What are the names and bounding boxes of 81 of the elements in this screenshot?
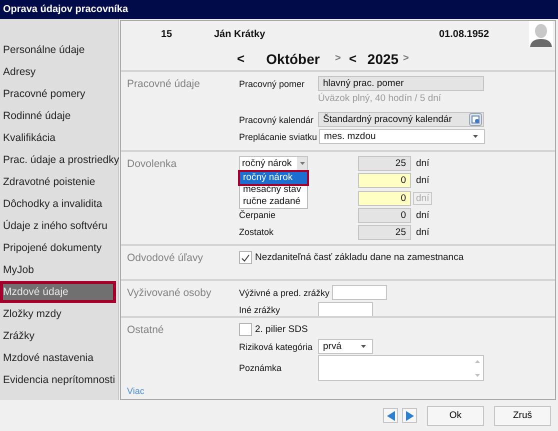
field-label: Výživné a pred. zrážky	[239, 288, 331, 298]
dropdown-value: prvá	[323, 341, 342, 352]
previous-month-button[interactable]: <	[237, 51, 251, 66]
number-field[interactable]: 25	[358, 224, 411, 240]
birth-date: 01.08.1952	[439, 28, 490, 40]
field-label: Pracovný kalendár	[239, 114, 315, 125]
next-month-button[interactable]: >	[335, 53, 349, 64]
avatar-icon	[529, 21, 553, 47]
sidebar-item[interactable]: Rodinné údaje	[0, 105, 116, 127]
dropdown[interactable]: ročný nárok	[239, 156, 308, 172]
input-field[interactable]	[332, 285, 387, 300]
sidebar-item[interactable]: MyJob	[0, 259, 116, 281]
dropdown[interactable]: mes. mzdou	[319, 129, 486, 144]
unit-label: dní	[416, 158, 430, 170]
section-title: Odvodové úľavy	[127, 251, 204, 264]
previous-year-button[interactable]: <	[349, 51, 363, 66]
field-label: Zostatok	[239, 227, 275, 238]
next-year-button[interactable]: >	[403, 53, 417, 64]
employee-name: Ján Krátky	[214, 28, 266, 40]
employee-number: 15	[161, 28, 174, 40]
number-field[interactable]: 0	[358, 190, 411, 206]
section-title: Pracovné údaje	[127, 77, 201, 90]
sidebar-item[interactable]: Pracovné pomery	[0, 83, 116, 105]
dropdown-option[interactable]: ročný nárok	[240, 172, 307, 184]
number-field[interactable]: 25	[358, 156, 411, 172]
checkbox-label: 2. pilier SDS	[255, 324, 308, 335]
hint-text: Úväzok plný, 40 hodín / 5 dní	[318, 93, 442, 104]
triangle-left-icon	[386, 410, 394, 420]
field-label: Poznámka	[239, 363, 283, 373]
checkbox[interactable]	[239, 251, 252, 264]
unit-label: dní	[416, 226, 430, 238]
dropdown-value: ročný nárok	[242, 158, 292, 170]
field-label: Preplácanie sviatku	[239, 132, 318, 142]
sidebar-item[interactable]: Kvalifikácia	[0, 127, 116, 149]
field-label: Pracovný pomer	[239, 78, 306, 89]
input-field[interactable]: hlavný prac. pomer	[318, 76, 484, 92]
number-field[interactable]: 0	[358, 173, 411, 188]
sidebar-item[interactable]: Personálne údaje	[0, 39, 116, 61]
sidebar-item[interactable]: Mzdové nastavenia	[0, 347, 116, 369]
caret-icon	[300, 162, 304, 166]
checkbox[interactable]	[239, 323, 252, 336]
section-title: Ostatné	[127, 323, 165, 336]
month-label: Október	[265, 50, 321, 67]
field-label: Iné zrážky	[239, 304, 282, 314]
scrollbar-arrows-icon	[475, 360, 480, 376]
dropdown-option[interactable]: ručne zadané	[240, 196, 307, 208]
window-title: Oprava údajov pracovníka	[3, 4, 128, 15]
year-label: 2025	[366, 50, 400, 67]
triangle-right-icon	[406, 410, 414, 420]
sidebar-item[interactable]: Dôchodky a invalidita	[0, 193, 116, 215]
caret-icon	[361, 345, 366, 348]
field-label: Riziková kategória	[239, 342, 314, 352]
sidebar-item[interactable]: Zdravotné poistenie	[0, 171, 116, 193]
sidebar-item[interactable]: Zložky mzdy	[0, 303, 116, 325]
input-field[interactable]: Štandardný pracovný kalendár	[318, 112, 484, 128]
sidebar-item[interactable]: Zrážky	[0, 325, 116, 347]
unit-label: dní	[416, 210, 430, 221]
unit-label: dní	[413, 192, 432, 205]
number-field[interactable]: 0	[358, 208, 411, 223]
next-button[interactable]	[402, 408, 417, 423]
dropdown-value: mes. mzdou	[324, 131, 376, 142]
section-title: Dovolenka	[127, 157, 178, 170]
cancel-button[interactable]: Zruš	[494, 406, 551, 426]
sidebar-item[interactable]: Mzdové údaje	[0, 281, 116, 303]
sidebar-item[interactable]: Adresy	[0, 61, 116, 83]
sidebar-item[interactable]: Evidencia neprítomnosti	[0, 369, 116, 391]
checkbox-label: Nezdaniteľná časť základu dane na zamestnanca	[255, 252, 464, 264]
ok-button[interactable]: Ok	[427, 406, 484, 426]
section-title: Vyživované osoby	[127, 286, 212, 299]
dropdown[interactable]: prvá	[318, 339, 373, 354]
sidebar-item[interactable]: Pripojené dokumenty	[0, 237, 116, 259]
field-label: Čerpanie	[239, 210, 277, 220]
input-field[interactable]	[318, 302, 373, 317]
sidebar-item[interactable]: Údaje z iného softvéru	[0, 215, 116, 237]
previous-button[interactable]	[383, 408, 398, 423]
dropdown-option[interactable]: mesačný stav	[240, 184, 307, 196]
unit-label: dní	[416, 175, 430, 186]
calendar-icon[interactable]	[469, 113, 482, 126]
note-field[interactable]	[318, 355, 484, 381]
field-value: Štandardný pracovný kalendár	[323, 114, 452, 126]
caret-icon	[473, 135, 478, 138]
